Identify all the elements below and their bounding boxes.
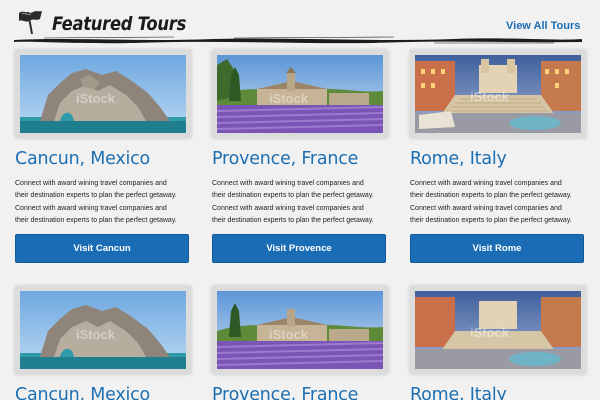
tour-photo-frame: iStock	[212, 50, 388, 138]
tour-description-line: their destination experts to plan the pe…	[410, 217, 572, 224]
tour-city-title: Rome, Italy	[410, 384, 507, 400]
visit-cancun-button[interactable]: Visit Cancun	[15, 234, 189, 263]
tour-city-title: Rome, Italy	[410, 148, 507, 169]
brush-divider	[14, 36, 582, 44]
visit-provence-button[interactable]: Visit Provence	[212, 234, 386, 263]
view-all-tours-link[interactable]: View All Tours	[506, 20, 580, 32]
tour-description-line: Connect with award wining travel compani…	[410, 205, 562, 212]
watermark: iStock	[269, 91, 309, 106]
tour-description-line: Connect with award wining travel compani…	[15, 205, 167, 212]
tour-description-line: Connect with award wining travel compani…	[212, 180, 364, 187]
watermark: iStock	[76, 91, 116, 106]
tour-description-line: their destination experts to plan the pe…	[15, 192, 177, 199]
rome-photo[interactable]: iStock	[415, 55, 581, 133]
watermark: iStock	[269, 327, 309, 342]
tour-photo-frame: iStock	[15, 50, 191, 138]
page-header: Featured Tours View All Tours	[0, 0, 600, 44]
tour-photo-frame: iStock	[410, 50, 586, 138]
tour-description-line: their destination experts to plan the pe…	[212, 192, 374, 199]
tour-description-line: their destination experts to plan the pe…	[212, 217, 374, 224]
flag-icon	[19, 11, 42, 35]
watermark: iStock	[470, 325, 510, 340]
cancun-photo[interactable]: iStock	[20, 55, 186, 133]
visit-rome-button[interactable]: Visit Rome	[410, 234, 584, 263]
cancun-photo[interactable]: iStock	[20, 291, 186, 369]
tour-description-line: Connect with award wining travel compani…	[410, 180, 562, 187]
tour-description-line: Connect with award wining travel compani…	[212, 205, 364, 212]
tour-photo-frame: iStock	[15, 286, 191, 374]
provence-photo[interactable]: iStock	[217, 291, 383, 369]
rome-photo[interactable]: iStock	[415, 291, 581, 369]
tour-city-title: Cancun, Mexico	[15, 384, 151, 400]
tour-photo-frame: iStock	[410, 286, 586, 374]
provence-photo[interactable]: iStock	[217, 55, 383, 133]
tour-city-title: Provence, France	[212, 384, 359, 400]
tour-photo-frame: iStock	[212, 286, 388, 374]
tour-city-title: Cancun, Mexico	[15, 148, 151, 169]
page-title: Featured Tours	[52, 13, 187, 35]
tour-city-title: Provence, France	[212, 148, 359, 169]
watermark: iStock	[470, 89, 510, 104]
watermark: iStock	[76, 327, 116, 342]
tour-description-line: their destination experts to plan the pe…	[410, 192, 572, 199]
tour-description-line: Connect with award wining travel compani…	[15, 180, 167, 187]
tour-description-line: their destination experts to plan the pe…	[15, 217, 177, 224]
